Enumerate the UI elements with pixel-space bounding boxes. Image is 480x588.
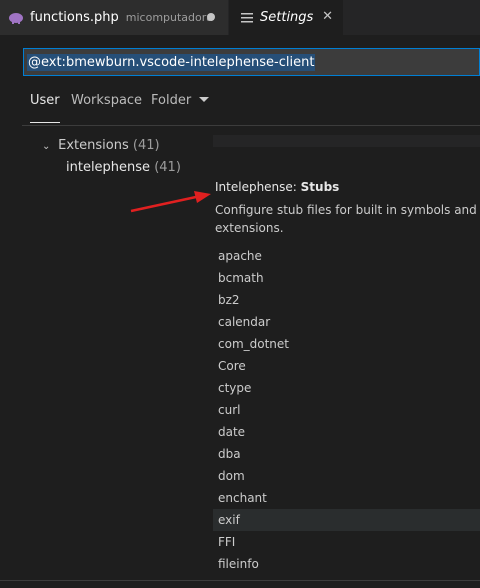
chevron-down-icon: ⌄ — [42, 141, 51, 152]
php-elephant-icon — [9, 12, 23, 24]
scope-tab-user[interactable]: User — [30, 93, 60, 123]
tab-settings[interactable]: Settings ✕ — [229, 0, 343, 35]
list-item[interactable]: com_dotnet — [213, 333, 480, 355]
setting-title: Intelephense: Stubs — [215, 180, 339, 194]
toc-intelephense-count: (41) — [154, 160, 181, 175]
list-item[interactable]: exif — [213, 509, 480, 531]
tab-functions-php[interactable]: functions.php micomputadora — [0, 0, 228, 35]
list-item[interactable]: bz2 — [213, 289, 480, 311]
list-item[interactable]: Core — [213, 355, 480, 377]
stubs-list: apache bcmath bz2 calendar com_dotnet Core cty… — [213, 245, 480, 575]
setting-description-line: extensions. — [215, 221, 284, 235]
scope-tab-folder-label: Folder — [151, 93, 192, 108]
setting-name: Stubs — [300, 180, 340, 194]
list-item[interactable]: bcmath — [213, 267, 480, 289]
toc-extensions-count: (41) — [132, 138, 160, 153]
scope-tab-workspace[interactable]: Workspace — [71, 93, 142, 117]
list-item[interactable]: FFI — [213, 531, 480, 553]
previous-setting-edge — [213, 135, 480, 147]
setting-category: Intelephense: — [215, 180, 301, 194]
tab-title: functions.php — [30, 10, 119, 25]
tab-title: Settings — [260, 10, 314, 25]
divider — [0, 580, 480, 581]
toc-extensions[interactable]: ⌄ Extensions (41) — [42, 138, 160, 153]
editor-tab-bar: functions.php micomputadora Settings ✕ — [0, 0, 480, 35]
divider — [22, 125, 480, 126]
toc-extensions-label: Extensions — [58, 138, 129, 153]
list-item[interactable]: calendar — [213, 311, 480, 333]
list-item[interactable]: ctype — [213, 377, 480, 399]
scope-tab-folder[interactable]: Folder — [151, 93, 210, 117]
list-item[interactable]: curl — [213, 399, 480, 421]
list-item[interactable]: fileinfo — [213, 553, 480, 575]
close-icon[interactable]: ✕ — [322, 9, 333, 24]
search-query-text: @ext:bmewburn.vscode-intelephense-client — [27, 53, 316, 71]
list-item[interactable]: dba — [213, 443, 480, 465]
setting-description-line: Configure stub files for built in symbol… — [215, 203, 480, 217]
settings-search-input[interactable]: @ext:bmewburn.vscode-intelephense-client — [23, 48, 480, 76]
toc-intelephense[interactable]: intelephense (41) — [66, 160, 181, 175]
list-item[interactable]: date — [213, 421, 480, 443]
chevron-down-icon — [199, 97, 210, 102]
list-item[interactable]: dom — [213, 465, 480, 487]
unsaved-dot-icon[interactable] — [207, 13, 215, 21]
list-item[interactable]: apache — [213, 245, 480, 267]
toc-intelephense-label: intelephense — [66, 160, 151, 175]
setting-description: Configure stub files for built in symbol… — [215, 201, 480, 237]
settings-list-icon — [241, 12, 253, 22]
tab-description: micomputadora — [125, 11, 214, 24]
list-item[interactable]: enchant — [213, 487, 480, 509]
